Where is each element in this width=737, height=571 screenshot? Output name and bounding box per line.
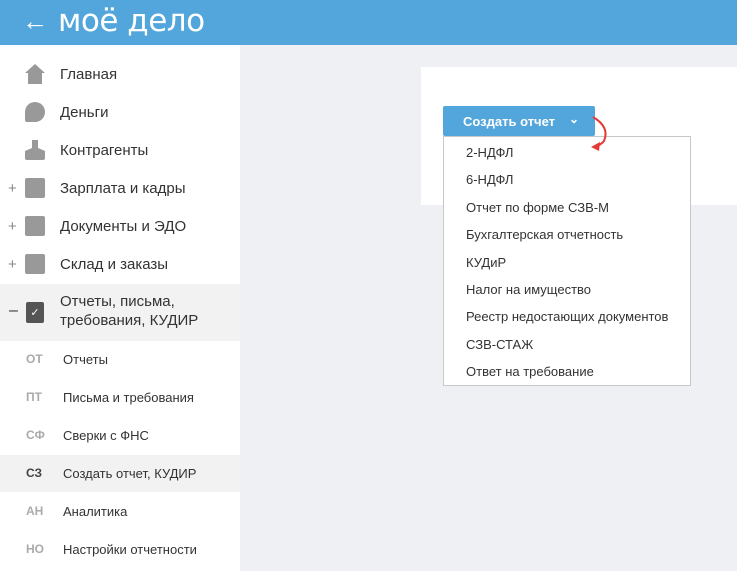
sidebar-item-money[interactable]: Деньги <box>0 93 240 131</box>
subitem-label: Аналитика <box>63 504 128 519</box>
create-report-button[interactable]: Создать отчет ⌄ <box>443 106 595 136</box>
subitem-abbr: СФ <box>26 428 45 442</box>
sidebar: Главная Деньги Контрагенты + Зарплата и к… <box>0 45 240 571</box>
arrow-left-icon[interactable]: ← <box>22 6 48 37</box>
sidebar-item-warehouse[interactable]: + Склад и заказы <box>0 245 240 283</box>
menu-item[interactable]: Налог на имущество <box>466 282 591 297</box>
header: ← моё дело <box>0 0 737 45</box>
subitem-fns[interactable]: СФ Сверки с ФНС <box>0 417 240 454</box>
chevron-down-icon: ⌄ <box>569 112 580 126</box>
menu-item[interactable]: Реестр недостающих документов <box>466 309 668 324</box>
logo[interactable]: моё дело <box>58 3 205 39</box>
expand-icon[interactable]: + <box>8 256 17 273</box>
person-icon <box>25 140 45 160</box>
cart-icon <box>25 254 45 274</box>
sidebar-item-label: Деньги <box>60 103 109 121</box>
home-icon <box>25 64 45 84</box>
menu-item[interactable]: КУДиР <box>466 255 506 270</box>
menu-item[interactable]: Бухгалтерская отчетность <box>466 227 623 242</box>
subitem-abbr: ПТ <box>26 390 42 404</box>
subitem-reports[interactable]: ОТ Отчеты <box>0 341 240 378</box>
menu-item[interactable]: 6-НДФЛ <box>466 172 513 187</box>
sidebar-item-salary[interactable]: + Зарплата и кадры <box>0 169 240 207</box>
subitem-letters[interactable]: ПТ Письма и требования <box>0 379 240 416</box>
sidebar-item-label: Документы и ЭДО <box>60 217 187 235</box>
wallet-icon <box>25 178 45 198</box>
subitem-label: Создать отчет, КУДИР <box>63 466 197 481</box>
sidebar-item-reports[interactable]: – ✓ Отчеты, письма, требования, КУДИР <box>0 284 240 341</box>
sidebar-item-home[interactable]: Главная <box>0 55 240 93</box>
subitem-abbr: СЗ <box>26 466 43 480</box>
folder-icon <box>25 216 45 236</box>
money-icon <box>25 102 45 122</box>
subitem-abbr: НО <box>26 542 44 556</box>
menu-item[interactable]: Отчет по форме СЗВ-М <box>466 200 609 215</box>
document-check-icon: ✓ <box>26 302 44 323</box>
subitem-create-report[interactable]: СЗ Создать отчет, КУДИР <box>0 455 240 492</box>
menu-item[interactable]: Ответ на требование <box>466 364 594 379</box>
menu-item[interactable]: 2-НДФЛ <box>466 145 513 160</box>
subitem-abbr: АН <box>26 504 44 518</box>
subitem-settings[interactable]: НО Настройки отчетности <box>0 531 240 568</box>
sidebar-item-documents[interactable]: + Документы и ЭДО <box>0 207 240 245</box>
sidebar-item-label: Зарплата и кадры <box>60 179 186 197</box>
subitem-label: Настройки отчетности <box>63 542 197 557</box>
subitem-label: Отчеты <box>63 352 108 367</box>
create-report-label: Создать отчет <box>463 114 556 129</box>
subitem-label: Сверки с ФНС <box>63 428 149 443</box>
sidebar-item-label: Контрагенты <box>60 141 149 159</box>
sidebar-item-label: Главная <box>60 65 118 83</box>
sidebar-item-label: Отчеты, письма, требования, КУДИР <box>60 293 199 329</box>
menu-item[interactable]: СЗВ-СТАЖ <box>466 337 533 352</box>
collapse-icon[interactable]: – <box>9 302 18 320</box>
subitem-label: Письма и требования <box>63 390 194 405</box>
expand-icon[interactable]: + <box>8 180 17 197</box>
sidebar-item-contractors[interactable]: Контрагенты <box>0 131 240 169</box>
report-dropdown-menu: 2-НДФЛ 6-НДФЛ Отчет по форме СЗВ-М Бухга… <box>443 136 691 386</box>
sidebar-item-label: Склад и заказы <box>60 255 169 273</box>
subitem-analytics[interactable]: АН Аналитика <box>0 493 240 530</box>
expand-icon[interactable]: + <box>8 218 17 235</box>
subitem-abbr: ОТ <box>26 352 43 366</box>
annotation-arrow-icon <box>591 116 607 151</box>
